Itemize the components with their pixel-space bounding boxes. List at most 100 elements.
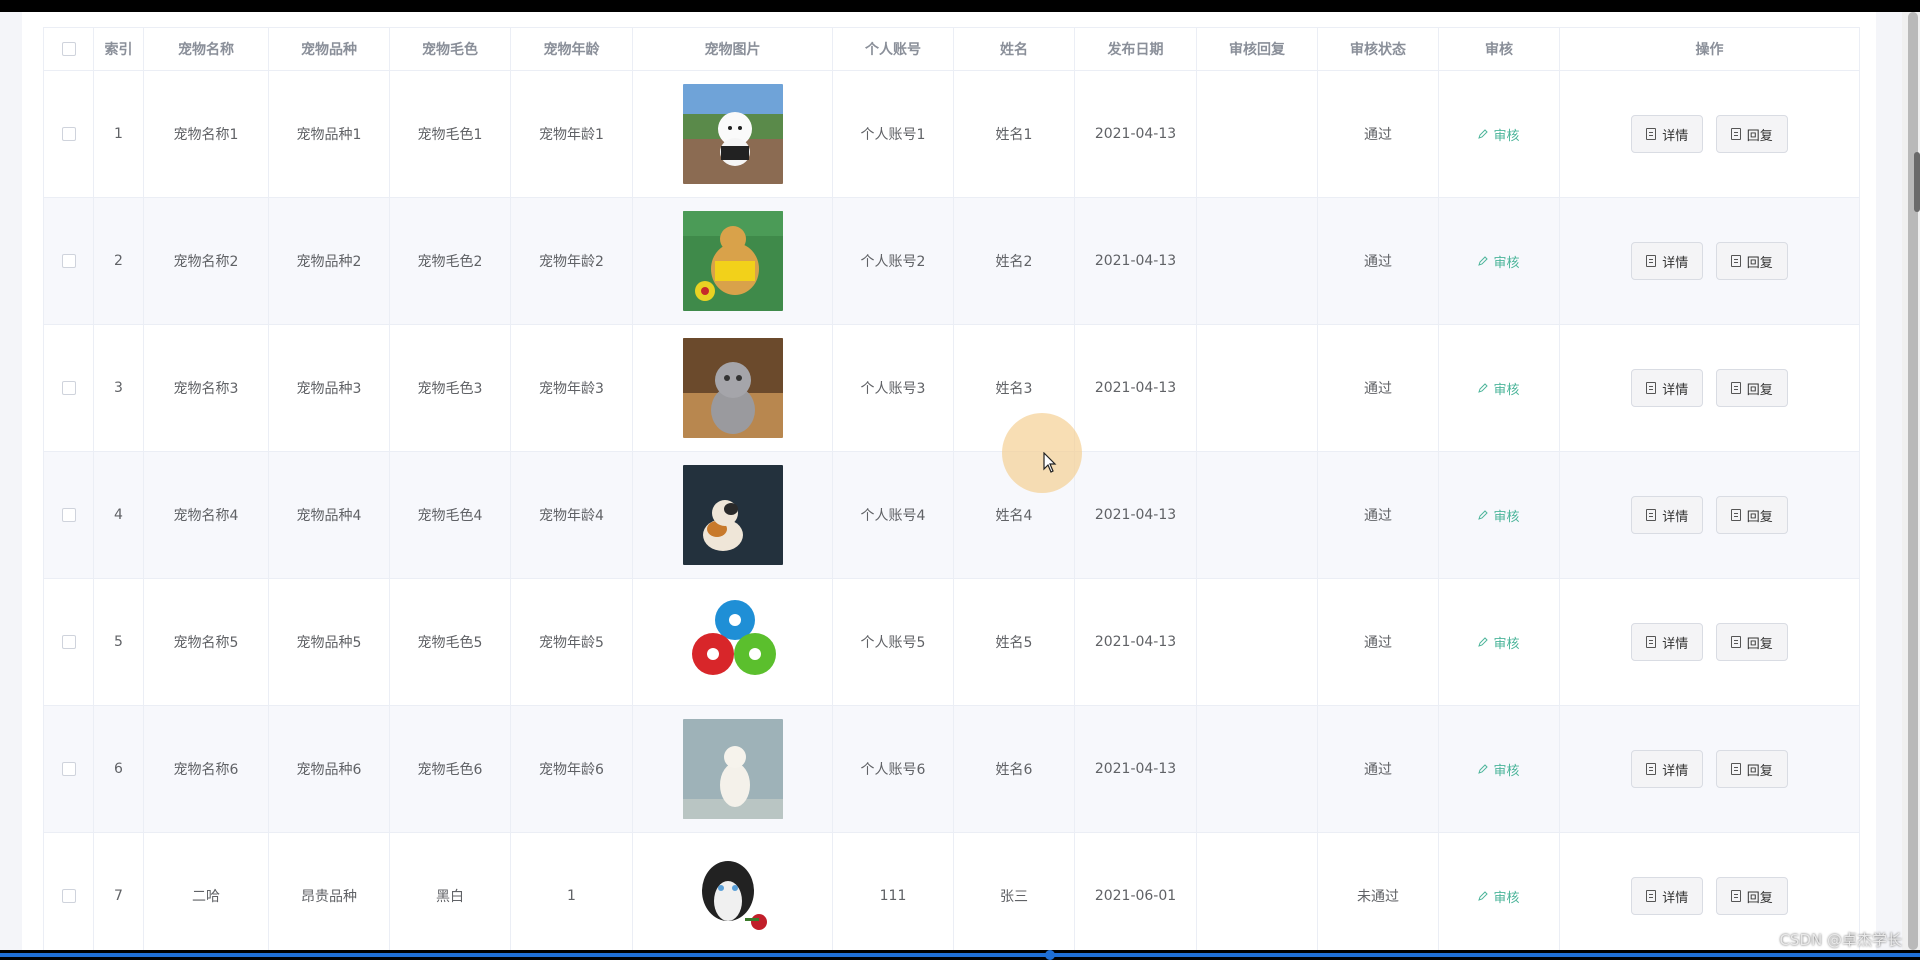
audit-link[interactable]: 审核 [1478,633,1520,652]
cell-pet-breed: 宠物品种2 [268,197,390,325]
cell-audit-reply [1196,70,1318,198]
cell-account: 111 [832,832,954,960]
cell-person-name: 张三 [953,832,1075,960]
row-checkbox[interactable] [61,254,76,268]
cell-pet-age: 宠物年龄4 [510,451,633,579]
cell-operations: 详情 回复 [1559,451,1860,579]
cell-pet-image [632,324,833,452]
detail-button-label: 详情 [1662,763,1689,779]
cell-index: 6 [93,705,144,833]
row-select-cell[interactable] [43,705,94,833]
reply-button-label: 回复 [1746,128,1773,144]
cell-audit: 审核 [1438,197,1560,325]
cell-audit: 审核 [1438,451,1560,579]
reply-button-label: 回复 [1746,763,1773,779]
cell-audit-reply [1196,705,1318,833]
table-row: 5 宠物名称5 宠物品种5 宠物毛色5 宠物年龄5 个人账号5 姓名5 2021… [43,578,1860,706]
cell-operations: 详情 回复 [1559,197,1860,325]
reply-button[interactable]: 回复 [1715,369,1788,407]
cell-index: 1 [93,70,144,198]
reply-button-label: 回复 [1746,382,1773,398]
reply-button[interactable]: 回复 [1715,496,1788,534]
video-progress-handle[interactable] [1045,950,1055,960]
cell-audit-status: 通过 [1317,324,1439,452]
detail-button-label: 详情 [1662,636,1689,652]
reply-button[interactable]: 回复 [1715,877,1788,915]
reply-button[interactable]: 回复 [1715,115,1788,153]
row-select-cell[interactable] [43,832,94,960]
row-checkbox[interactable] [61,635,76,649]
select-all-cell[interactable] [43,27,94,71]
table-row: 3 宠物名称3 宠物品种3 宠物毛色3 宠物年龄3 个人账号3 姓名3 2021… [43,324,1860,452]
select-all-checkbox[interactable] [61,42,76,56]
detail-button[interactable]: 详情 [1631,750,1704,788]
cell-audit-status: 通过 [1317,197,1439,325]
cell-index: 2 [93,197,144,325]
row-select-cell[interactable] [43,324,94,452]
reply-button-label: 回复 [1746,255,1773,271]
detail-button[interactable]: 详情 [1631,369,1704,407]
cell-pet-breed: 宠物品种4 [268,451,390,579]
cell-pet-age: 宠物年龄5 [510,578,633,706]
document-icon [1646,255,1657,267]
cell-audit-status: 通过 [1317,451,1439,579]
pencil-icon [1478,129,1489,139]
cell-pet-color: 宠物毛色2 [389,197,511,325]
reply-button-label: 回复 [1746,636,1773,652]
table-row: 2 宠物名称2 宠物品种2 宠物毛色2 宠物年龄2 个人账号2 姓名2 2021… [43,197,1860,325]
pet-image [682,592,783,692]
cell-publish-date: 2021-04-13 [1074,578,1197,706]
header-audit-reply: 审核回复 [1196,27,1318,71]
cell-pet-image [632,451,833,579]
pet-image [682,465,783,565]
detail-button-label: 详情 [1662,255,1689,271]
detail-button[interactable]: 详情 [1631,496,1704,534]
audit-link[interactable]: 审核 [1478,125,1520,144]
row-checkbox[interactable] [61,127,76,141]
row-select-cell[interactable] [43,578,94,706]
document-icon [1730,636,1741,648]
cell-publish-date: 2021-04-13 [1074,705,1197,833]
row-checkbox[interactable] [61,762,76,776]
video-progress-bar[interactable] [0,953,1920,957]
detail-button[interactable]: 详情 [1631,242,1704,280]
row-checkbox[interactable] [61,889,76,903]
detail-button[interactable]: 详情 [1631,115,1704,153]
document-icon [1646,890,1657,902]
document-icon [1730,763,1741,775]
cell-pet-image [632,197,833,325]
audit-link[interactable]: 审核 [1478,379,1520,398]
reply-button[interactable]: 回复 [1715,750,1788,788]
cell-audit-reply [1196,832,1318,960]
cell-pet-name: 宠物名称6 [143,705,269,833]
vertical-scrollbar[interactable] [1902,12,1920,950]
detail-button[interactable]: 详情 [1631,623,1704,661]
detail-button-label: 详情 [1662,382,1689,398]
row-checkbox[interactable] [61,508,76,522]
document-icon [1646,382,1657,394]
pencil-icon [1478,764,1489,774]
audit-link[interactable]: 审核 [1478,887,1520,906]
header-account: 个人账号 [832,27,954,71]
row-checkbox[interactable] [61,381,76,395]
audit-link[interactable]: 审核 [1478,252,1520,271]
audit-link-label: 审核 [1493,255,1520,271]
row-select-cell[interactable] [43,197,94,325]
watermark: CSDN @卓杰学长 [1779,931,1902,949]
audit-link[interactable]: 审核 [1478,760,1520,779]
reply-button[interactable]: 回复 [1715,242,1788,280]
reply-button[interactable]: 回复 [1715,623,1788,661]
detail-button[interactable]: 详情 [1631,877,1704,915]
row-select-cell[interactable] [43,70,94,198]
header-person-name: 姓名 [953,27,1075,71]
audit-link-label: 审核 [1493,763,1520,779]
pet-image [682,84,783,184]
cell-pet-age: 宠物年龄2 [510,197,633,325]
audit-link-label: 审核 [1493,382,1520,398]
audit-link[interactable]: 审核 [1478,506,1520,525]
detail-button-label: 详情 [1662,128,1689,144]
cell-person-name: 姓名6 [953,705,1075,833]
table-row: 7 二哈 昂贵品种 黑白 1 111 张三 2021-06-01 未通过 审核 … [43,832,1860,960]
pet-image [682,211,783,311]
row-select-cell[interactable] [43,451,94,579]
